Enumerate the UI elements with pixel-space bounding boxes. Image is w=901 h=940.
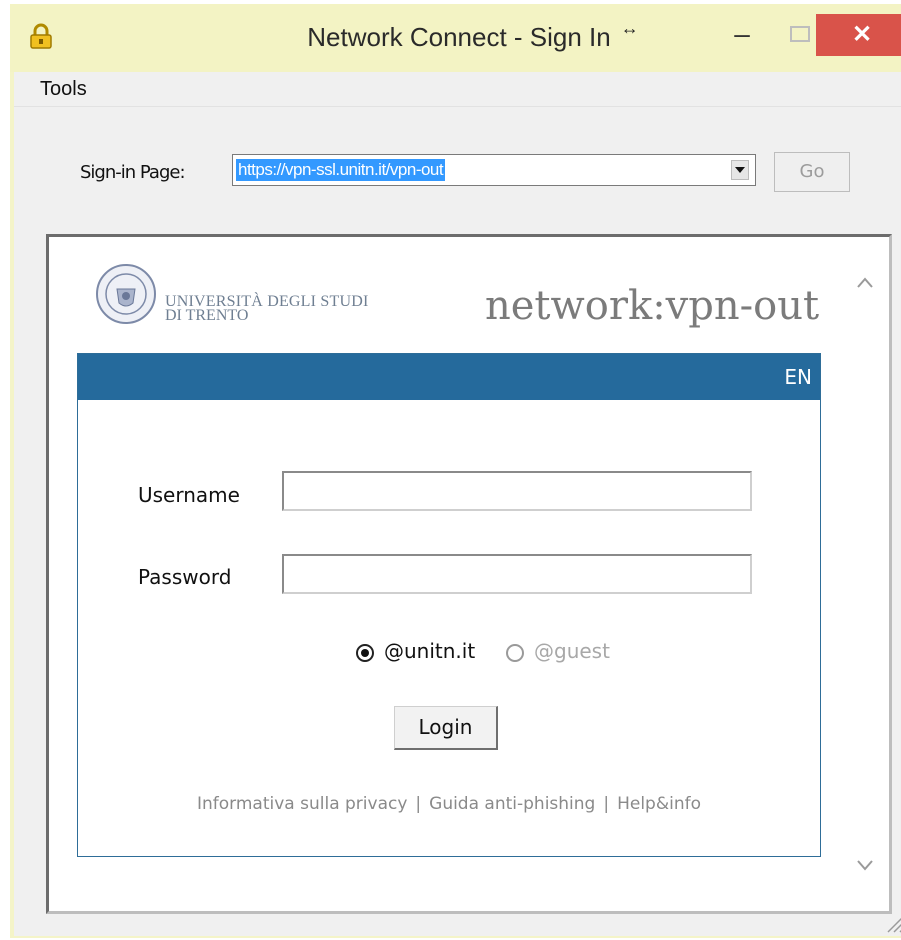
anti-phishing-link[interactable]: Guida anti-phishing bbox=[429, 794, 595, 814]
chevron-up-icon[interactable] bbox=[855, 273, 875, 293]
signin-page-combobox[interactable]: https://vpn-ssl.unitn.it/vpn-out bbox=[232, 154, 756, 186]
username-label: Username bbox=[138, 483, 240, 507]
radio-unitn-label[interactable]: @unitn.it bbox=[384, 639, 475, 663]
window-title: Network Connect - Sign In bbox=[307, 22, 611, 52]
title-bar[interactable]: Network Connect - Sign In ↔ – ✕ bbox=[10, 4, 901, 72]
maximize-icon bbox=[790, 25, 810, 42]
password-label: Password bbox=[138, 565, 232, 589]
separator: | bbox=[603, 794, 610, 814]
password-input[interactable] bbox=[282, 554, 752, 594]
window-title-area: Network Connect - Sign In ↔ bbox=[10, 18, 901, 53]
signin-page-row: Sign-in Page: https://vpn-ssl.unitn.it/v… bbox=[14, 150, 901, 192]
close-button[interactable]: ✕ bbox=[816, 14, 901, 56]
privacy-link[interactable]: Informativa sulla privacy bbox=[197, 794, 407, 814]
radio-guest-label: @guest bbox=[534, 639, 610, 663]
help-info-link[interactable]: Help&info bbox=[617, 794, 701, 814]
panel-header: EN bbox=[78, 354, 820, 400]
window: Network Connect - Sign In ↔ – ✕ Tools Si… bbox=[10, 4, 901, 938]
minimize-button[interactable]: – bbox=[722, 12, 762, 56]
logo-text-line2: DI TRENTO bbox=[165, 307, 249, 324]
signin-page-url[interactable]: https://vpn-ssl.unitn.it/vpn-out bbox=[236, 159, 446, 181]
menu-bar: Tools bbox=[14, 72, 901, 107]
menu-tools[interactable]: Tools bbox=[40, 78, 87, 101]
web-view: UNIVERSITÀ DEGLI STUDI DI TRENTO network… bbox=[46, 234, 892, 914]
client-area: Tools Sign-in Page: https://vpn-ssl.unit… bbox=[14, 72, 901, 936]
chevron-down-icon[interactable] bbox=[855, 855, 875, 875]
radio-guest bbox=[506, 644, 524, 662]
university-seal-icon bbox=[96, 264, 156, 324]
site-title: network:vpn-out bbox=[485, 283, 820, 329]
login-panel: EN Username Password @unitn.it @guest Lo… bbox=[77, 353, 821, 857]
minimize-icon: – bbox=[734, 18, 750, 49]
footer-links: Informativa sulla privacy | Guida anti-phi… bbox=[78, 794, 820, 814]
signin-page-label: Sign-in Page: bbox=[80, 162, 186, 183]
login-button[interactable]: Login bbox=[394, 706, 498, 750]
go-button[interactable]: Go bbox=[774, 152, 850, 192]
radio-unitn[interactable] bbox=[356, 644, 374, 662]
language-selector[interactable]: EN bbox=[784, 365, 812, 389]
dropdown-arrow-icon[interactable] bbox=[731, 160, 749, 180]
maximize-button[interactable] bbox=[780, 12, 820, 56]
username-input[interactable] bbox=[282, 471, 752, 511]
resize-grip-icon[interactable] bbox=[882, 910, 901, 934]
close-icon: ✕ bbox=[851, 21, 873, 48]
resize-arrow-icon: ↔ bbox=[620, 18, 639, 38]
separator: | bbox=[415, 794, 422, 814]
